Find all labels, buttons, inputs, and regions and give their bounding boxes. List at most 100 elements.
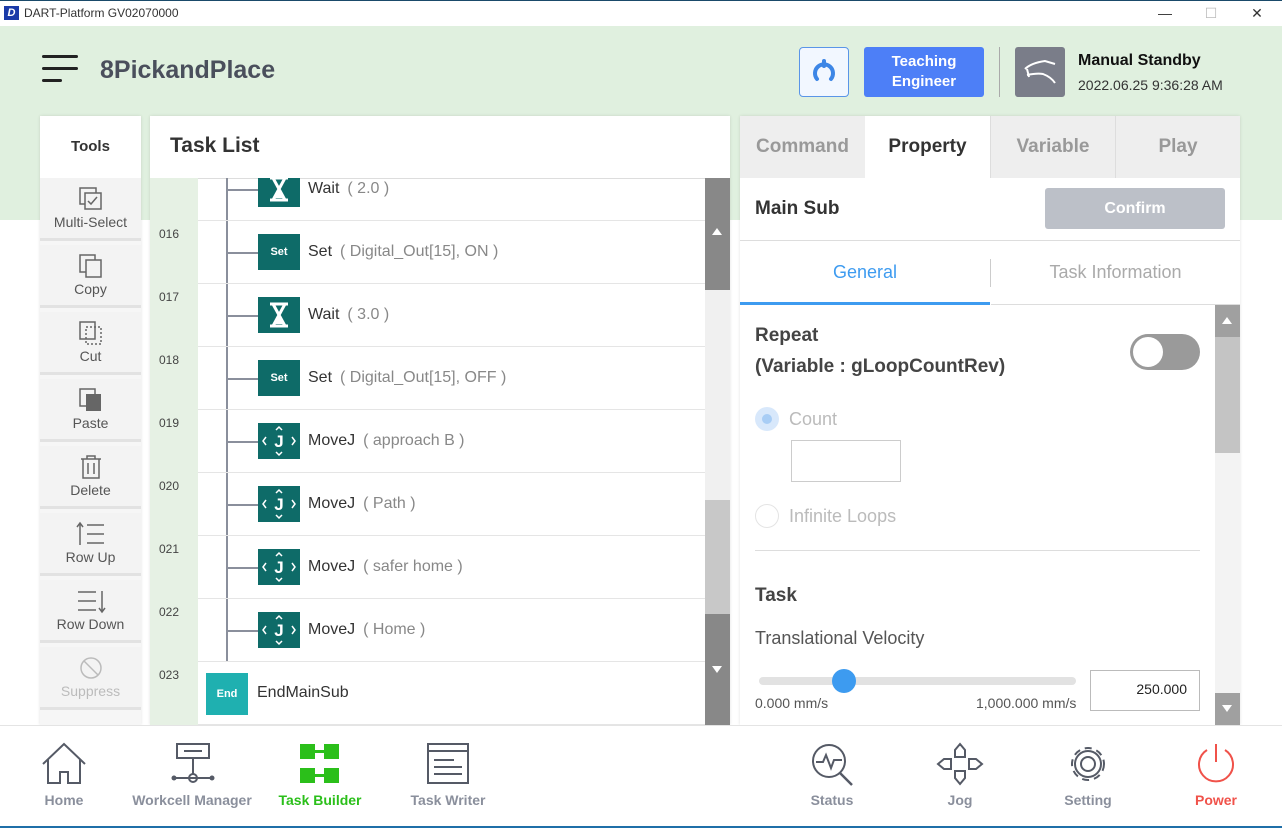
line-number: 016: [159, 227, 180, 241]
nav-power[interactable]: Power: [1176, 726, 1256, 826]
refresh-button[interactable]: [799, 47, 849, 97]
slider-thumb[interactable]: [832, 669, 857, 693]
task-row-end[interactable]: End EndMainSub: [198, 662, 705, 725]
paste-button[interactable]: Paste: [40, 379, 141, 442]
task-row[interactable]: J MoveJ ( Home ): [198, 599, 705, 662]
infinite-loops-label: Infinite Loops: [789, 506, 897, 526]
task-row[interactable]: Wait ( 2.0 ): [198, 178, 705, 221]
cut-button[interactable]: Cut: [40, 312, 141, 375]
tab-variable[interactable]: Variable: [990, 116, 1115, 178]
refresh-icon: [813, 59, 835, 81]
subtab-task-information[interactable]: Task Information: [991, 241, 1240, 305]
suppress-icon: [79, 657, 102, 679]
line-number: 020: [159, 479, 180, 493]
close-button[interactable]: ✕: [1242, 5, 1272, 22]
scrollbar-thumb[interactable]: [1215, 337, 1240, 453]
delete-button[interactable]: Delete: [40, 446, 141, 509]
status-datetime: 2022.06.25 9:36:28 AM: [1078, 77, 1223, 93]
paste-icon: [78, 388, 101, 411]
command-text: Set ( Digital_Out[15], ON ): [308, 243, 498, 261]
minimize-button[interactable]: —: [1150, 5, 1180, 21]
suppress-button[interactable]: Suppress: [40, 647, 141, 710]
task-row[interactable]: J MoveJ ( approach B ): [198, 410, 705, 473]
line-number: 022: [159, 605, 180, 619]
nav-setting[interactable]: Setting: [1048, 726, 1128, 826]
tool-label: Delete: [70, 482, 111, 498]
command-text: Set ( Digital_Out[15], OFF ): [308, 369, 506, 387]
svg-text:J: J: [274, 495, 283, 514]
copy-icon: [78, 254, 102, 278]
tools-panel: Tools Multi-Select Copy Cut Paste Delete…: [40, 116, 141, 725]
infinite-loops-radio[interactable]: [755, 504, 779, 528]
property-content: Repeat (Variable : gLoopCountRev) Count …: [740, 305, 1215, 725]
tool-label: Copy: [74, 281, 107, 297]
line-number: 017: [159, 290, 180, 304]
row-up-button[interactable]: Row Up: [40, 513, 141, 576]
nav-home[interactable]: Home: [24, 726, 104, 826]
count-radio[interactable]: [755, 407, 779, 431]
nav-status[interactable]: Status: [792, 726, 872, 826]
task-row[interactable]: Wait ( 3.0 ): [198, 284, 705, 347]
task-row[interactable]: J MoveJ ( Path ): [198, 473, 705, 536]
maximize-button[interactable]: ☐: [1196, 5, 1226, 22]
command-args: ( 3.0 ): [347, 306, 390, 323]
command-name: MoveJ: [308, 558, 356, 575]
status-icon: [812, 744, 853, 786]
command-args: ( Home ): [363, 621, 426, 638]
repeat-toggle[interactable]: [1130, 334, 1200, 370]
tab-play[interactable]: Play: [1115, 116, 1240, 178]
line-number: 023: [159, 668, 180, 682]
tool-label: Paste: [72, 415, 109, 431]
scroll-down-icon[interactable]: [712, 666, 722, 673]
command-args: ( Digital_Out[15], ON ): [340, 243, 499, 260]
task-row[interactable]: J MoveJ ( safer home ): [198, 536, 705, 599]
row-up-icon: [75, 521, 104, 545]
line-number: 021: [159, 542, 180, 556]
end-icon: End: [206, 673, 248, 715]
scroll-down-icon[interactable]: [1222, 705, 1232, 712]
hourglass-icon: [258, 297, 300, 333]
velocity-slider[interactable]: [759, 669, 1076, 693]
robot-status: Manual Standby: [1078, 52, 1201, 69]
command-name: Set: [308, 243, 333, 260]
jog-icon: [936, 742, 984, 786]
task-list-scrollbar[interactable]: [705, 178, 730, 725]
tree-branch: [228, 567, 258, 569]
command-name: MoveJ: [308, 432, 356, 449]
nav-task-writer[interactable]: Task Writer: [398, 726, 498, 826]
nav-jog[interactable]: Jog: [920, 726, 1000, 826]
nav-workcell-manager[interactable]: Workcell Manager: [127, 726, 257, 826]
project-title: 8PickandPlace: [100, 56, 276, 84]
line-number: 019: [159, 416, 180, 430]
task-row[interactable]: Set Set ( Digital_Out[15], ON ): [198, 221, 705, 284]
copy-button[interactable]: Copy: [40, 245, 141, 308]
confirm-button[interactable]: Confirm: [1045, 188, 1225, 229]
movej-icon: J: [258, 612, 300, 648]
subtab-general[interactable]: General: [740, 241, 990, 305]
task-builder-icon: [300, 744, 339, 783]
line-number-column: [150, 178, 198, 725]
command-name: MoveJ: [308, 621, 356, 638]
nav-task-builder[interactable]: Task Builder: [270, 726, 370, 826]
task-row[interactable]: Set Set ( Digital_Out[15], OFF ): [198, 347, 705, 410]
divider: [999, 47, 1000, 97]
scroll-up-icon[interactable]: [712, 228, 722, 235]
hamburger-menu-icon[interactable]: [42, 55, 78, 85]
tree-branch: [228, 378, 258, 380]
tab-command[interactable]: Command: [740, 116, 865, 178]
row-down-button[interactable]: Row Down: [40, 580, 141, 643]
svg-text:J: J: [274, 432, 283, 451]
multi-select-button[interactable]: Multi-Select: [40, 178, 141, 241]
property-scrollbar[interactable]: [1215, 305, 1240, 725]
cut-icon: [78, 321, 102, 345]
user-role-button[interactable]: Teaching Engineer: [864, 47, 984, 97]
scroll-up-icon[interactable]: [1222, 317, 1232, 324]
row-down-icon: [77, 591, 106, 614]
tab-property[interactable]: Property: [865, 116, 990, 178]
velocity-label: Translational Velocity: [755, 628, 925, 648]
velocity-input[interactable]: 250.000: [1090, 670, 1200, 711]
svg-text:J: J: [274, 621, 283, 640]
tree-branch: [228, 189, 258, 191]
count-input[interactable]: [791, 440, 901, 482]
command-name: Wait: [308, 180, 340, 197]
